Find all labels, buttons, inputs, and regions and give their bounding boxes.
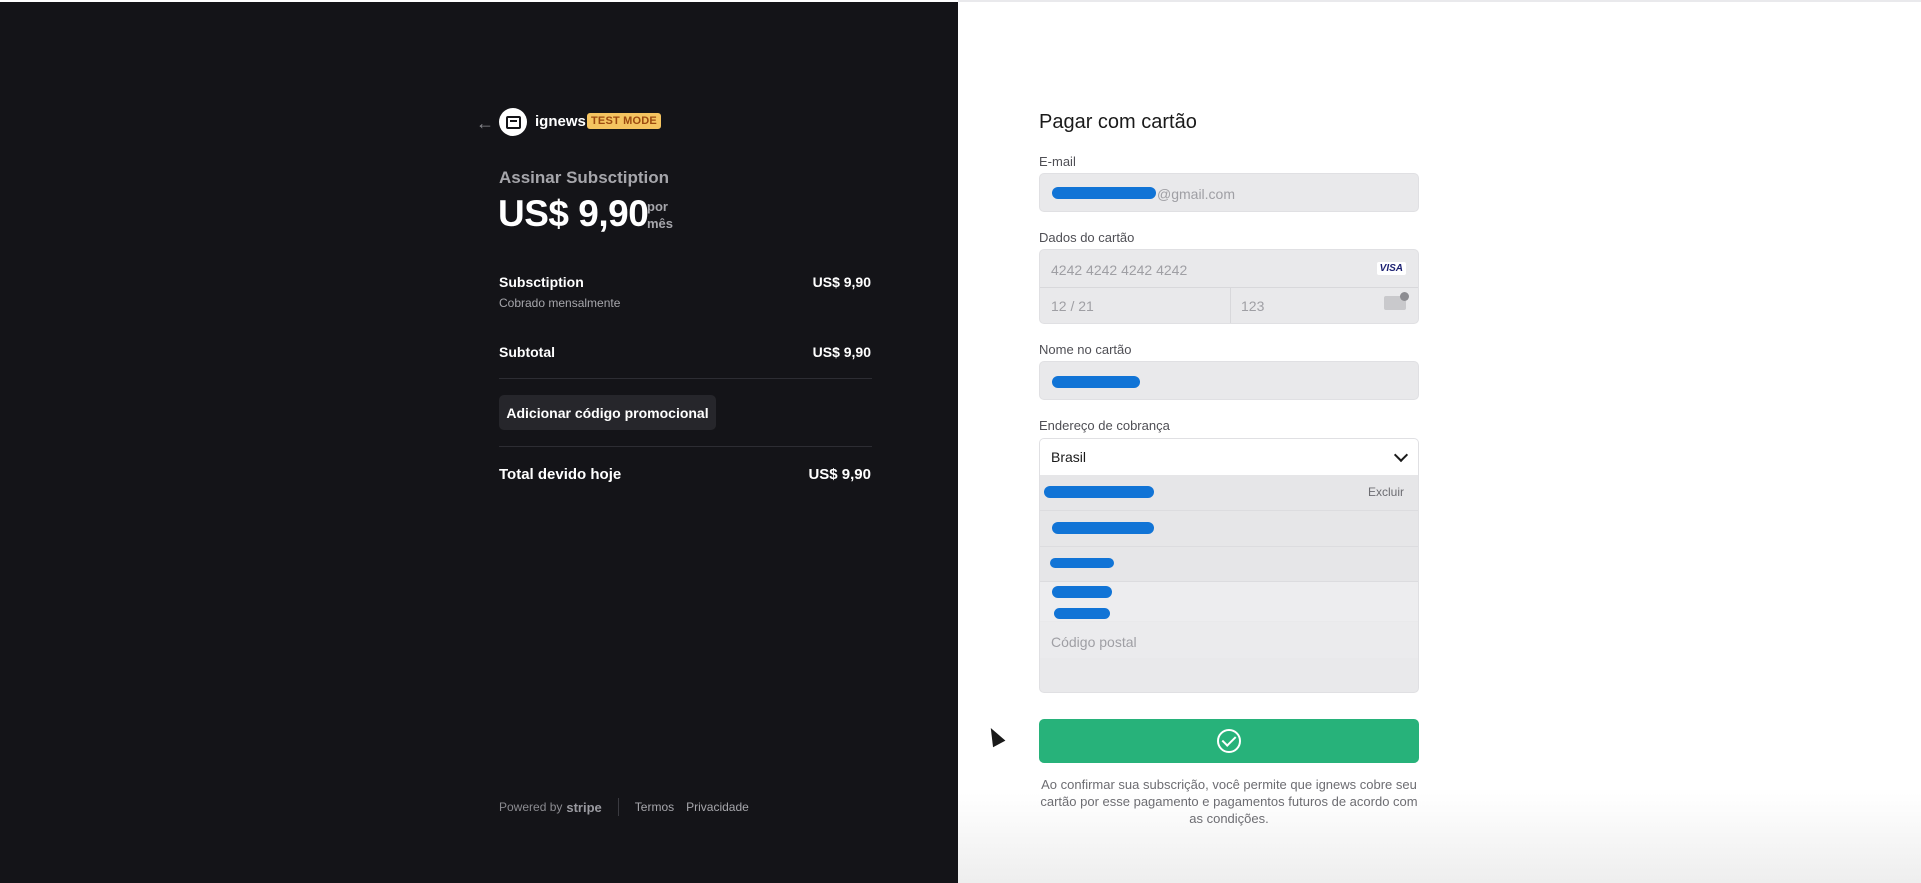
subtotal-value: US$ 9,90 bbox=[812, 344, 871, 360]
test-mode-badge: TEST MODE bbox=[587, 113, 661, 129]
billing-address-field: Brasil Excluir Código postal bbox=[1039, 438, 1419, 693]
redacted-address bbox=[1052, 586, 1112, 598]
price: US$ 9,90 bbox=[498, 193, 649, 234]
country-value: Brasil bbox=[1051, 449, 1087, 465]
address-suggestion[interactable] bbox=[1040, 582, 1418, 621]
redacted-address bbox=[1050, 558, 1114, 568]
form-title: Pagar com cartão bbox=[1039, 111, 1197, 133]
redacted-name bbox=[1052, 376, 1140, 388]
expiry-input[interactable]: 12 / 21 bbox=[1051, 298, 1094, 314]
back-arrow-icon[interactable]: ← bbox=[476, 113, 494, 134]
postal-code-field[interactable]: Código postal bbox=[1040, 622, 1418, 658]
subtotal-label: Subtotal bbox=[499, 344, 555, 360]
brand-name: ignews bbox=[535, 113, 586, 130]
redacted-address bbox=[1044, 486, 1154, 498]
order-summary-panel bbox=[0, 2, 958, 883]
check-circle-icon bbox=[1217, 729, 1241, 753]
total-label: Total devido hoje bbox=[499, 466, 622, 483]
divider bbox=[499, 378, 872, 379]
add-promo-code-button[interactable]: Adicionar código promocional bbox=[499, 395, 716, 430]
brand-logo bbox=[499, 108, 527, 136]
redacted-email bbox=[1052, 187, 1156, 199]
powered-by-label: Powered by bbox=[499, 800, 563, 814]
redacted-address bbox=[1054, 608, 1110, 619]
name-label: Nome no cartão bbox=[1039, 342, 1132, 357]
total-value: US$ 9,90 bbox=[808, 466, 871, 483]
terms-link[interactable]: Termos bbox=[635, 800, 674, 814]
email-label: E-mail bbox=[1039, 154, 1076, 169]
card-details-field[interactable]: 4242 4242 4242 4242 VISA 12 / 21 123 bbox=[1039, 249, 1419, 324]
address-suggestion[interactable] bbox=[1040, 547, 1418, 582]
line-item-note: Cobrado mensalmente bbox=[499, 296, 621, 310]
footer-divider bbox=[617, 798, 619, 816]
card-divider bbox=[1040, 287, 1418, 288]
divider bbox=[499, 446, 872, 447]
delete-button[interactable]: Excluir bbox=[1368, 485, 1404, 499]
billing-period: por mês bbox=[647, 198, 673, 232]
pay-button[interactable] bbox=[1039, 719, 1419, 763]
country-select[interactable]: Brasil bbox=[1040, 439, 1418, 476]
visa-icon: VISA bbox=[1376, 262, 1406, 275]
line-item-value: US$ 9,90 bbox=[812, 274, 871, 290]
address-suggestion[interactable] bbox=[1040, 511, 1418, 547]
card-label: Dados do cartão bbox=[1039, 230, 1135, 245]
cardholder-name-field[interactable] bbox=[1039, 361, 1419, 400]
footer: Powered by stripe Termos Privacidade bbox=[499, 798, 761, 816]
card-number-input[interactable]: 4242 4242 4242 4242 bbox=[1051, 262, 1187, 278]
cvc-input[interactable]: 123 bbox=[1241, 298, 1264, 314]
email-field[interactable]: @gmail.com bbox=[1039, 173, 1419, 212]
month-label: mês bbox=[647, 216, 674, 231]
subscription-title: Assinar Subsctiption bbox=[499, 168, 670, 187]
billing-address-label: Endereço de cobrança bbox=[1039, 418, 1170, 433]
store-icon bbox=[505, 115, 521, 129]
email-domain: @gmail.com bbox=[1157, 186, 1236, 202]
privacy-link[interactable]: Privacidade bbox=[686, 800, 749, 814]
address-suggestion[interactable]: Excluir bbox=[1040, 475, 1418, 511]
chevron-down-icon bbox=[1393, 447, 1409, 463]
line-item-label: Subsctiption bbox=[499, 274, 584, 290]
card-divider bbox=[1230, 287, 1231, 323]
postal-code-placeholder: Código postal bbox=[1051, 634, 1137, 650]
stripe-logo[interactable]: stripe bbox=[566, 800, 601, 815]
cvc-card-icon bbox=[1384, 292, 1409, 310]
terms-text: Ao confirmar sua subscrição, você permit… bbox=[1040, 777, 1418, 826]
per-label: por bbox=[647, 199, 668, 214]
redacted-address bbox=[1052, 522, 1154, 534]
